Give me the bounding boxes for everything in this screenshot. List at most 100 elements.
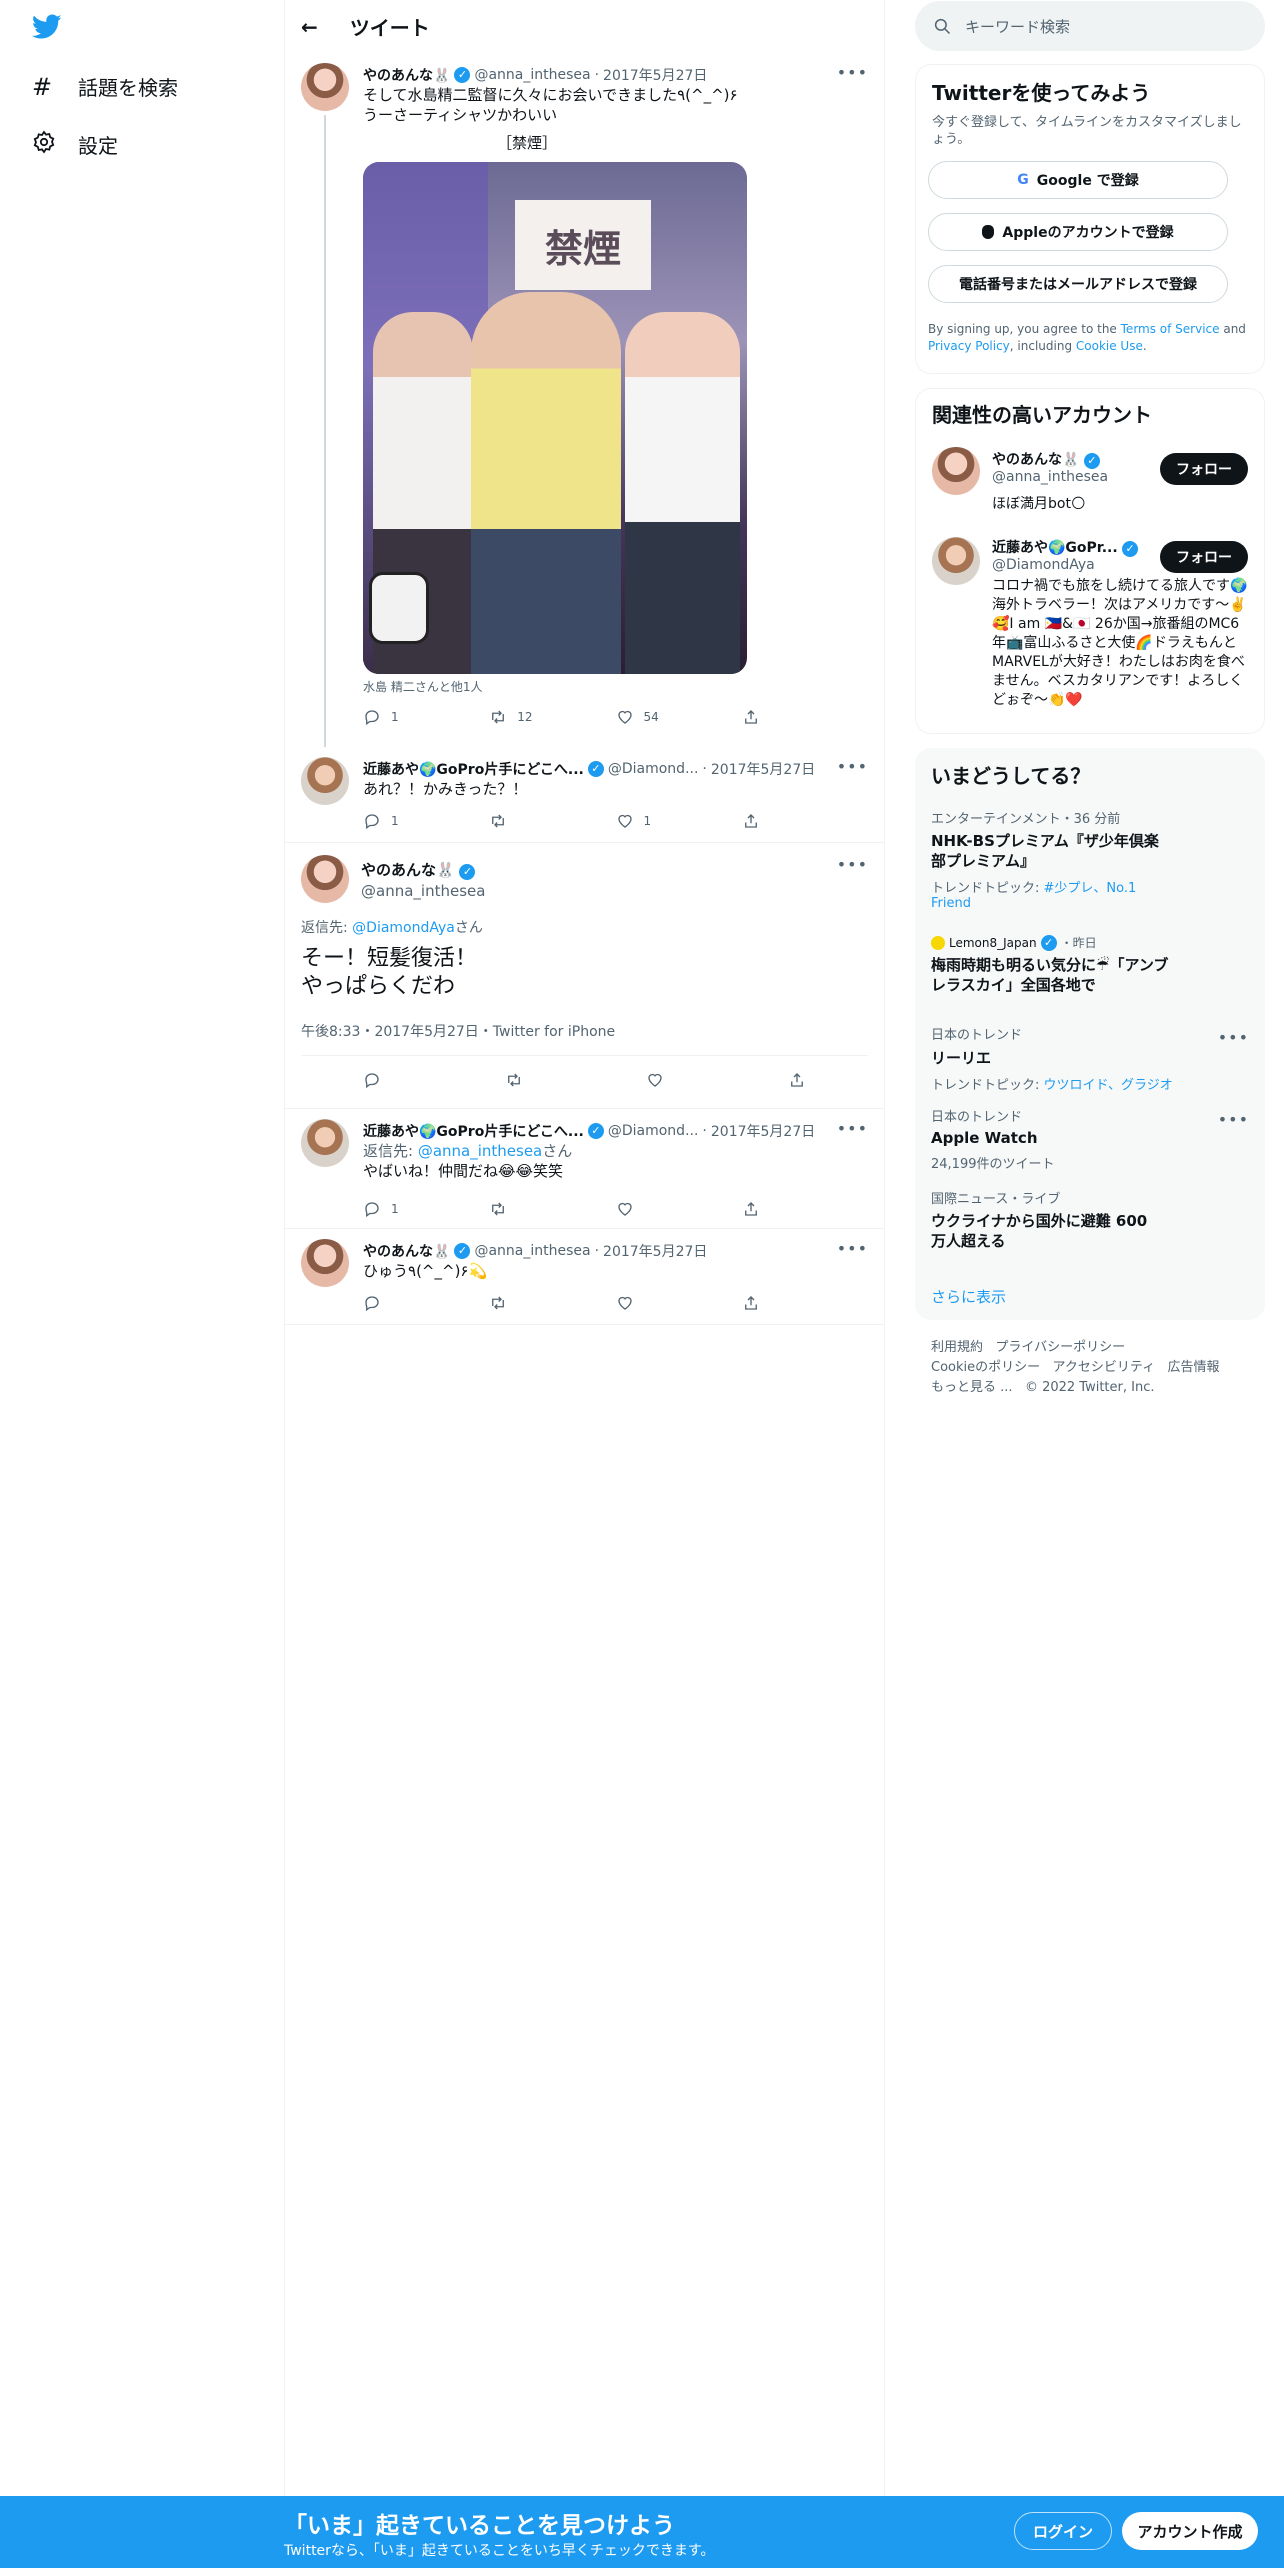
- more-options-icon[interactable]: •••: [837, 757, 868, 776]
- like-button[interactable]: 1: [616, 812, 742, 830]
- retweet-button[interactable]: [489, 812, 615, 830]
- privacy-link[interactable]: Privacy Policy: [928, 339, 1010, 353]
- like-button[interactable]: [646, 1071, 664, 1093]
- display-name[interactable]: やのあんな🐰: [363, 1241, 450, 1261]
- share-button[interactable]: [742, 1200, 868, 1218]
- share-button[interactable]: [742, 812, 868, 830]
- tweet-meta[interactable]: 午後8:33・2017年5月27日・Twitter for iPhone: [301, 1021, 615, 1041]
- reply-to-link[interactable]: @DiamondAya: [352, 920, 455, 936]
- avatar[interactable]: [301, 1119, 349, 1167]
- handle[interactable]: @anna_inthesea: [361, 882, 485, 900]
- footer-link[interactable]: 広告情報: [1168, 1360, 1220, 1375]
- retweet-button[interactable]: [489, 1200, 615, 1218]
- more-options-icon[interactable]: •••: [837, 1119, 868, 1138]
- like-button[interactable]: 54: [616, 708, 742, 726]
- twitter-logo-icon[interactable]: [31, 14, 62, 44]
- search-input[interactable]: キーワード検索: [965, 16, 1070, 37]
- tweet[interactable]: やのあんな🐰 ✓ @anna_inthesea · 2017年5月27日 •••…: [285, 53, 884, 747]
- tagged-people[interactable]: 水島 精二さんと他1人: [363, 678, 868, 695]
- avatar[interactable]: [301, 1239, 349, 1287]
- footer-link[interactable]: アクセシビリティ: [1053, 1360, 1156, 1375]
- handle[interactable]: @anna_inthesea: [474, 67, 590, 83]
- signup-subtitle: 今すぐ登録して、タイムラインをカスタマイズしましょう。: [932, 115, 1242, 147]
- google-signup-button[interactable]: G Google で登録: [928, 161, 1228, 199]
- trend-item[interactable]: エンターテインメント・36 分前 NHK-BSプレミアム『ザ少年倶楽部プレミアム…: [931, 808, 1231, 911]
- handle[interactable]: @Diamond...: [608, 1123, 699, 1139]
- display-name[interactable]: 近藤あや🌍GoPr...: [992, 540, 1118, 556]
- tweet-date[interactable]: 2017年5月27日: [603, 65, 707, 85]
- retweet-button[interactable]: [489, 1294, 615, 1312]
- cookie-link[interactable]: Cookie Use: [1076, 339, 1143, 353]
- tweet[interactable]: 近藤あや🌍GoPro片手にどこへ... ✓ @Diamond... · 2017…: [285, 1109, 884, 1229]
- tweet-text: ひゅう٩(^_^)۶💫: [363, 1262, 488, 1280]
- retweet-icon: [492, 1296, 505, 1310]
- tweet-date[interactable]: 2017年5月27日: [603, 1241, 707, 1261]
- avatar[interactable]: [301, 63, 349, 111]
- retweet-button[interactable]: 12: [489, 708, 615, 726]
- share-button[interactable]: [742, 708, 868, 726]
- share-icon: [744, 814, 757, 828]
- reply-button[interactable]: 1: [363, 1200, 489, 1218]
- photo-person-center: [471, 292, 621, 674]
- search-bar[interactable]: キーワード検索: [915, 1, 1265, 51]
- handle[interactable]: @anna_inthesea: [474, 1243, 590, 1259]
- handle[interactable]: @anna_inthesea: [992, 469, 1108, 485]
- tos-link[interactable]: Terms of Service: [1121, 322, 1220, 336]
- tweet-date[interactable]: 2017年5月27日: [711, 759, 815, 779]
- display-name[interactable]: 近藤あや🌍GoPro片手にどこへ...: [363, 1121, 584, 1141]
- display-name[interactable]: 近藤あや🌍GoPro片手にどこへ...: [363, 759, 584, 779]
- apple-signup-button[interactable]: Appleのアカウントで登録: [928, 213, 1228, 251]
- reply-to-link[interactable]: @anna_inthesea: [418, 1142, 542, 1160]
- focused-text: そー！短髪復活！ やっぱらくだわ: [301, 945, 477, 1001]
- follow-button[interactable]: フォロー: [1160, 453, 1248, 485]
- retweet-button[interactable]: [505, 1071, 523, 1093]
- footer-link[interactable]: Cookieのポリシー: [931, 1360, 1040, 1375]
- reply-button[interactable]: 1: [363, 812, 489, 830]
- share-button[interactable]: [788, 1071, 806, 1093]
- more-options-icon[interactable]: •••: [837, 63, 868, 82]
- reply-button[interactable]: 1: [363, 708, 489, 726]
- tweet-date[interactable]: 2017年5月27日: [711, 1121, 815, 1141]
- footer-link[interactable]: プライバシーポリシー: [995, 1340, 1125, 1355]
- phone-signup-button[interactable]: 電話番号またはメールアドレスで登録: [928, 265, 1228, 303]
- more-options-icon[interactable]: •••: [837, 855, 868, 874]
- trend-item[interactable]: 国際ニュース・ライブ ウクライナから国外に避難 600万人超える: [931, 1188, 1231, 1251]
- avatar[interactable]: [301, 855, 349, 903]
- trend-topic-link[interactable]: ウツロイド、グラジオ: [1044, 1078, 1173, 1093]
- avatar[interactable]: [932, 447, 980, 495]
- related-account[interactable]: やのあんな🐰 ✓ @anna_inthesea ほぼ満月bot🌕: [992, 449, 1108, 513]
- handle[interactable]: @Diamond...: [608, 761, 699, 777]
- display-name[interactable]: やのあんな🐰: [361, 861, 455, 879]
- tweet[interactable]: やのあんな🐰 ✓ @anna_inthesea · 2017年5月27日 •••…: [285, 1229, 884, 1325]
- trend-item[interactable]: Lemon8_Japan ✓ ・昨日 梅雨時期も明るい気分に☔「アンブレラスカイ」全…: [931, 934, 1231, 995]
- nav-explore-label: 話題を検索: [78, 76, 178, 100]
- nav-explore[interactable]: # 話題を検索: [32, 72, 178, 101]
- show-more-link[interactable]: さらに表示: [931, 1286, 1231, 1307]
- avatar[interactable]: [301, 757, 349, 805]
- like-button[interactable]: [616, 1200, 742, 1218]
- nav-settings[interactable]: 設定: [32, 130, 118, 159]
- avatar[interactable]: [932, 537, 980, 585]
- tweet[interactable]: 近藤あや🌍GoPro片手にどこへ... ✓ @Diamond... · 2017…: [285, 747, 884, 843]
- tweet-photo[interactable]: 禁煙: [363, 162, 747, 674]
- display-name[interactable]: やのあんな🐰: [363, 65, 450, 85]
- display-name[interactable]: やのあんな🐰: [992, 452, 1079, 468]
- signup-title: Twitterを使ってみよう: [932, 81, 1151, 105]
- back-arrow-icon[interactable]: ←: [301, 15, 318, 39]
- tweet-actions: 1 12 54: [363, 701, 868, 733]
- like-button[interactable]: [616, 1294, 742, 1312]
- footer-link[interactable]: もっと見る ...: [931, 1380, 1013, 1395]
- follow-button[interactable]: フォロー: [1160, 541, 1248, 573]
- reply-button[interactable]: [363, 1294, 489, 1312]
- trend-item[interactable]: 日本のトレンド リーリエ トレンドトピック: ウツロイド、グラジオ: [931, 1024, 1231, 1093]
- source-logo-icon: [931, 935, 945, 950]
- signup-button[interactable]: アカウント作成: [1122, 2512, 1258, 2550]
- reply-button[interactable]: [363, 1071, 381, 1093]
- login-button[interactable]: ログイン: [1014, 2512, 1112, 2550]
- share-button[interactable]: [742, 1294, 868, 1312]
- more-options-icon[interactable]: •••: [1218, 1028, 1249, 1047]
- trend-item[interactable]: 日本のトレンド Apple Watch 24,199件のツイート: [931, 1106, 1231, 1172]
- more-options-icon[interactable]: •••: [1218, 1110, 1249, 1129]
- footer-link[interactable]: 利用規約: [931, 1340, 983, 1355]
- more-options-icon[interactable]: •••: [837, 1239, 868, 1258]
